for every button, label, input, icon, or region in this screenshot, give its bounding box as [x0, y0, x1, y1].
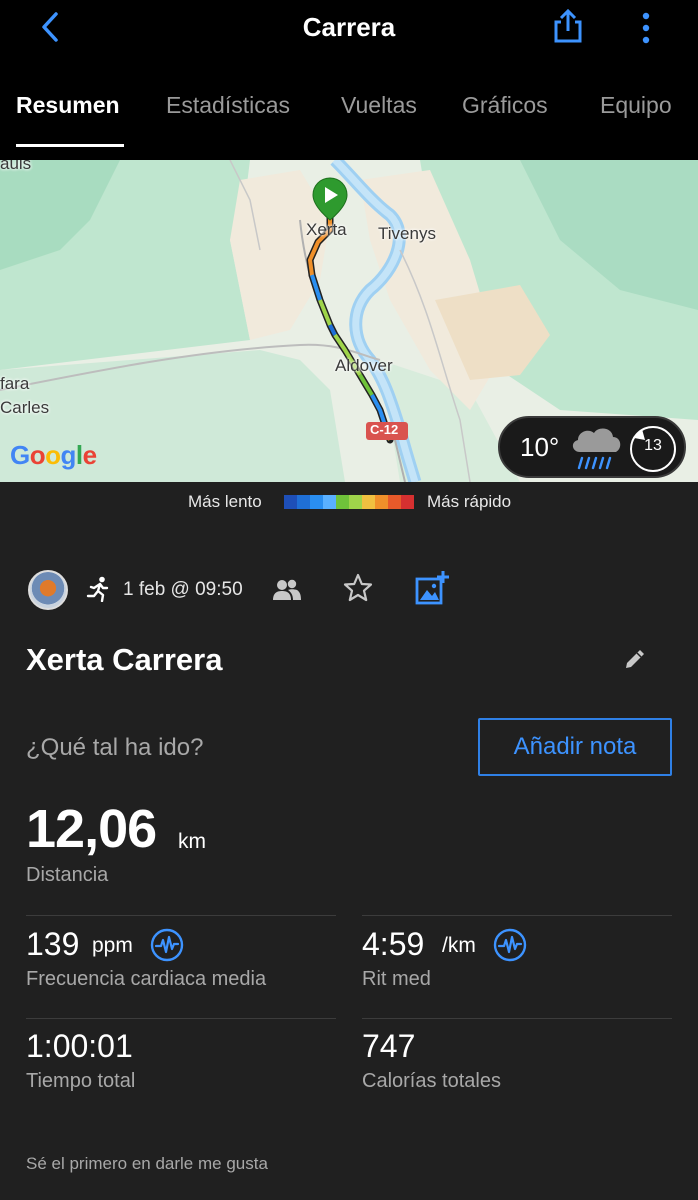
wind-speed: 13 [644, 437, 662, 454]
weather-temperature: 10° [520, 432, 560, 462]
page-title: Carrera [302, 12, 396, 42]
heart-rate-unit: ppm [92, 934, 133, 957]
legend-color-swatch [336, 495, 349, 509]
pace-zone-icon[interactable] [493, 928, 527, 962]
summary-panel: 1 feb @ 09:50 Xerta Carrera ¿Qué tal ha … [0, 522, 698, 1200]
divider [362, 1018, 672, 1019]
place-label-auls: auls [0, 160, 32, 173]
legend-color-swatch [323, 495, 336, 509]
star-icon[interactable] [342, 572, 374, 604]
legend-slow-label: Más lento [188, 492, 262, 511]
legend-color-swatch [297, 495, 310, 509]
legend-color-swatch [362, 495, 375, 509]
total-time-label: Tiempo total [26, 1070, 136, 1092]
people-icon[interactable] [272, 576, 302, 604]
place-label-aldover: Aldover [335, 356, 393, 375]
active-tab-indicator [16, 144, 124, 147]
share-icon[interactable] [552, 8, 584, 44]
divider [26, 915, 336, 916]
distance-unit: km [178, 830, 206, 853]
tab-equipo[interactable]: Equipo [600, 92, 672, 119]
legend-color-swatch [284, 495, 297, 509]
pace-label: Rit med [362, 968, 431, 990]
heart-rate-value: 139 [26, 926, 80, 962]
tab-bar: Resumen Estadísticas Vueltas Gráficos Eq… [0, 60, 698, 150]
weather-badge[interactable]: 10° 13 [498, 416, 686, 478]
divider [362, 915, 672, 916]
calories-label: Calorías totales [362, 1070, 501, 1092]
calories-value: 747 [362, 1028, 416, 1064]
pace-legend: Más lento Más rápido [0, 482, 698, 522]
legend-color-swatch [310, 495, 323, 509]
avatar[interactable] [28, 570, 68, 610]
google-logo: Google [10, 440, 97, 470]
place-label-xerta: Xerta [306, 220, 347, 239]
place-label-tivenys: Tivenys [378, 224, 436, 243]
divider [26, 1018, 336, 1019]
pace-value: 4:59 [362, 926, 425, 962]
feeling-question: ¿Qué tal ha ido? [26, 734, 204, 761]
legend-color-bar [284, 495, 414, 509]
running-icon [86, 576, 109, 602]
top-bar: Carrera [0, 0, 698, 60]
place-label-fara: fara [0, 374, 30, 393]
pencil-icon[interactable] [622, 646, 648, 672]
distance-value: 12,06 [26, 799, 157, 859]
rain-cloud-icon [572, 428, 621, 470]
activity-date: 1 feb @ 09:50 [123, 579, 243, 600]
legend-color-swatch [388, 495, 401, 509]
distance-label: Distancia [26, 864, 109, 886]
tab-vueltas[interactable]: Vueltas [341, 92, 417, 119]
activity-title: Xerta Carrera [26, 642, 223, 677]
heart-rate-zone-icon[interactable] [150, 928, 184, 962]
total-time-value: 1:00:01 [26, 1028, 133, 1064]
pace-unit: /km [442, 934, 476, 957]
tab-resumen[interactable]: Resumen [16, 92, 120, 119]
add-photo-icon[interactable] [414, 570, 450, 606]
legend-color-swatch [401, 495, 414, 509]
add-note-button[interactable]: Añadir nota [478, 718, 672, 776]
road-label: C-12 [370, 422, 399, 437]
more-vertical-icon[interactable] [638, 10, 654, 46]
place-label-carles: Carles [0, 398, 50, 417]
legend-color-swatch [375, 495, 388, 509]
legend-fast-label: Más rápido [427, 492, 512, 511]
likes-text[interactable]: Sé el primero en darle me gusta [26, 1154, 268, 1174]
add-note-label: Añadir nota [513, 733, 637, 760]
tab-graficos[interactable]: Gráficos [462, 92, 548, 119]
heart-rate-label: Frecuencia cardiaca media [26, 968, 267, 990]
legend-color-swatch [349, 495, 362, 509]
tab-estadisticas[interactable]: Estadísticas [166, 92, 290, 119]
